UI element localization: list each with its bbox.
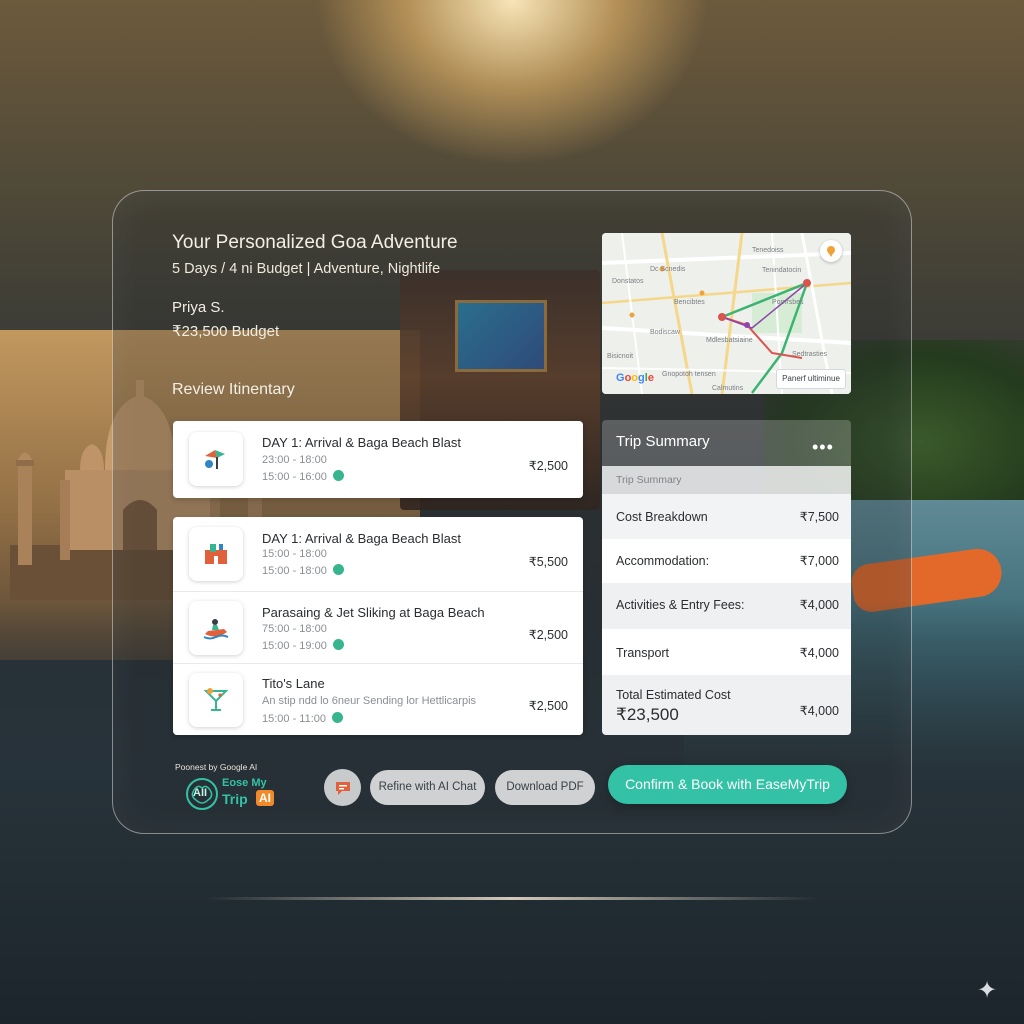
easemytrip-ai-logo: AII Eose My Trip AI <box>184 776 284 812</box>
traveler-budget: ₹23,500 Budget <box>172 323 280 340</box>
total-secondary-value: ₹4,000 <box>799 704 839 718</box>
beach-icon <box>189 432 243 486</box>
powered-by-label: Poonest by Google AI <box>175 762 258 772</box>
summary-label: Transport <box>616 646 670 660</box>
itinerary-price: ₹5,500 <box>528 555 568 569</box>
brand-line-1: Eose My <box>222 777 267 789</box>
map-label: Mdlesbatsiaine <box>706 337 753 344</box>
itinerary-card-group: DAY 1: Arrival & Baga Beach Blast 15:00 … <box>173 517 583 735</box>
confirm-book-button[interactable]: Confirm & Book with EaseMyTrip <box>608 765 847 804</box>
itinerary-time-slot: 15:00 - 16:00 <box>262 470 344 483</box>
total-label: Total Estimated Cost <box>616 688 731 702</box>
itinerary-row[interactable]: Tito's Lane An stip ndd lo 6neur Sending… <box>173 663 583 735</box>
review-itinerary-heading: Review Itinentary <box>172 381 295 398</box>
map-action-button[interactable]: Panerf ultiminue <box>776 369 846 389</box>
map-label: Tenindatocin <box>762 267 802 274</box>
itinerary-price: ₹2,500 <box>528 459 568 473</box>
trip-summary-subtitle: Trip Summary <box>616 474 682 486</box>
summary-label: Cost Breakdown <box>616 510 708 524</box>
itinerary-time: 23:00 - 18:00 <box>262 454 327 466</box>
summary-label: Accommodation: <box>616 554 710 568</box>
map-label: Dc Scnedis <box>650 266 686 273</box>
itinerary-row[interactable]: DAY 1: Arrival & Baga Beach Blast 23:00 … <box>173 423 583 495</box>
hotel-icon <box>189 527 243 581</box>
brand-ai-badge: AI <box>256 790 274 806</box>
summary-total-row: Total Estimated Cost ₹23,500 ₹4,000 <box>602 675 851 735</box>
itinerary-time-slot: 15:00 - 19:00 <box>262 639 344 652</box>
map-label: Tenedoiss <box>752 247 784 254</box>
map-label: Calmutins <box>712 385 744 392</box>
itinerary-time-slot: 15:00 - 11:00 <box>262 712 344 725</box>
summary-value: ₹4,000 <box>799 598 839 612</box>
refine-with-ai-button[interactable]: Refine with AI Chat <box>370 770 485 805</box>
brand-badge: AII <box>193 787 208 799</box>
chat-button[interactable] <box>324 769 361 806</box>
download-pdf-button[interactable]: Download PDF <box>495 770 595 805</box>
chat-bubble-icon <box>335 781 350 795</box>
total-value: ₹23,500 <box>616 705 679 724</box>
itinerary-title: Parasaing & Jet Sliking at Baga Beach <box>262 605 485 620</box>
page-title: Your Personalized Goa Adventure <box>172 232 458 253</box>
google-logo: Google <box>616 372 654 384</box>
itinerary-time-slot: 15:00 - 18:00 <box>262 564 344 577</box>
itinerary-title: DAY 1: Arrival & Baga Beach Blast <box>262 531 461 546</box>
location-pin-icon[interactable] <box>332 712 344 723</box>
summary-row: Transport ₹4,000 <box>602 629 851 675</box>
lens-flare-line <box>0 897 1024 900</box>
itinerary-time: 15:00 - 18:00 <box>262 548 327 560</box>
itinerary-price: ₹2,500 <box>528 699 568 713</box>
trip-summary-subheader: Trip Summary <box>602 466 851 494</box>
trip-summary-title: Trip Summary <box>616 433 710 450</box>
itinerary-row[interactable]: Parasaing & Jet Sliking at Baga Beach 75… <box>173 591 583 663</box>
map-label: Pomrsbes <box>772 299 804 306</box>
map-pin-button[interactable] <box>820 240 842 262</box>
trip-summary-card: Trip Summary Trip Summary Cost Breakdown… <box>602 420 851 735</box>
more-options-icon[interactable]: ••• <box>812 437 834 458</box>
map-label: Gnopotoh tensen <box>662 371 716 378</box>
summary-row: Activities & Entry Fees: ₹4,000 <box>602 583 851 629</box>
itinerary-title: DAY 1: Arrival & Baga Beach Blast <box>262 435 461 450</box>
traveler-name: Priya S. <box>172 299 225 316</box>
summary-value: ₹7,500 <box>799 510 839 524</box>
brand-line-2: Trip <box>222 791 248 807</box>
itinerary-time: 75:00 - 18:00 <box>262 623 327 635</box>
trip-subtitle: 5 Days / 4 ni Budget | Adventure, Nightl… <box>172 261 441 277</box>
location-pin-icon[interactable] <box>332 639 344 650</box>
map-marker-icon <box>827 246 835 257</box>
cocktail-icon <box>189 673 243 727</box>
jet-ski-icon <box>189 601 243 655</box>
summary-value: ₹4,000 <box>799 646 839 660</box>
map-label: Bisicnoit <box>607 353 634 360</box>
summary-value: ₹7,000 <box>799 554 839 568</box>
itinerary-price: ₹2,500 <box>528 628 568 642</box>
sparkle-icon: ✦ <box>977 977 998 1004</box>
location-pin-icon[interactable] <box>332 564 344 575</box>
itinerary-card[interactable]: DAY 1: Arrival & Baga Beach Blast 23:00 … <box>173 421 583 498</box>
itinerary-row[interactable]: DAY 1: Arrival & Baga Beach Blast 15:00 … <box>173 518 583 590</box>
summary-label: Activities & Entry Fees: <box>616 598 745 612</box>
summary-row: Cost Breakdown ₹7,500 <box>602 494 851 539</box>
market-sign <box>455 300 547 372</box>
itinerary-title: Tito's Lane <box>262 676 325 691</box>
map-label: Donstatos <box>612 278 644 285</box>
map-label: Bodiscaw <box>650 329 680 336</box>
summary-row: Accommodation: ₹7,000 <box>602 539 851 583</box>
map-label: Bencibtes <box>674 299 705 306</box>
itinerary-description: An stip ndd lo 6neur Sending lor Hettlic… <box>262 695 477 707</box>
map-label: Sedtrasties <box>792 351 828 358</box>
location-pin-icon[interactable] <box>332 470 344 481</box>
